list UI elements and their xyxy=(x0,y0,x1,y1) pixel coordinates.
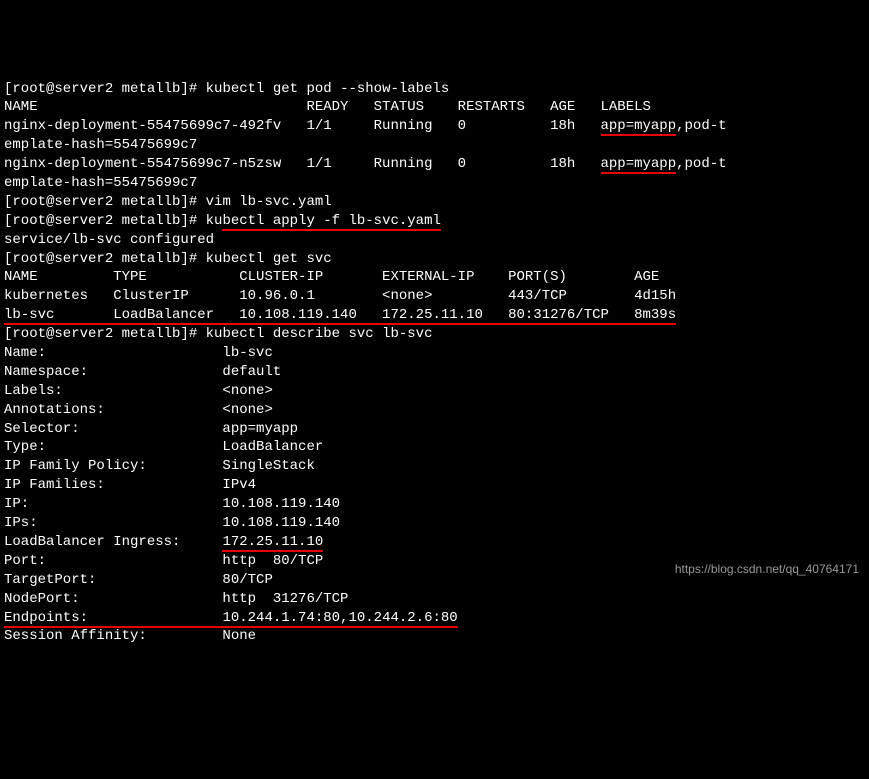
describe-lb-ingress: LoadBalancer Ingress: 172.25.11.10 xyxy=(4,533,865,552)
describe-ips: IPs: 10.108.119.140 xyxy=(4,514,865,533)
prompt: [root@server2 metallb]# xyxy=(4,213,206,229)
describe-namespace: Namespace: default xyxy=(4,363,865,382)
pod-row-1: nginx-deployment-55475699c7-492fv 1/1 Ru… xyxy=(4,117,865,136)
service-configured: service/lb-svc configured xyxy=(4,231,865,250)
label-app-myapp: app=myapp xyxy=(601,156,677,174)
pod-row-2-cont: emplate-hash=55475699c7 xyxy=(4,174,865,193)
describe-labels: Labels: <none> xyxy=(4,382,865,401)
svc-row-lb: lb-svc LoadBalancer 10.108.119.140 172.2… xyxy=(4,306,865,325)
prompt: [root@server2 metallb]# xyxy=(4,326,206,342)
command-describe: kubectl describe svc lb-svc xyxy=(206,326,433,342)
svc-header: NAME TYPE CLUSTER-IP EXTERNAL-IP PORT(S)… xyxy=(4,268,865,287)
describe-type: Type: LoadBalancer xyxy=(4,438,865,457)
pods-header: NAME READY STATUS RESTARTS AGE LABELS xyxy=(4,98,865,117)
label-app-myapp: app=myapp xyxy=(601,118,677,136)
describe-selector: Selector: app=myapp xyxy=(4,420,865,439)
describe-endpoints: Endpoints: 10.244.1.74:80,10.244.2.6:80 xyxy=(4,609,865,628)
describe-ip: IP: 10.108.119.140 xyxy=(4,495,865,514)
prompt: [root@server2 metallb]# xyxy=(4,81,206,97)
describe-ip-families: IP Families: IPv4 xyxy=(4,476,865,495)
describe-name: Name: lb-svc xyxy=(4,344,865,363)
command-vim: vim lb-svc.yaml xyxy=(206,194,332,210)
describe-annotations: Annotations: <none> xyxy=(4,401,865,420)
describe-session-affinity: Session Affinity: None xyxy=(4,627,865,646)
command-get-svc: kubectl get svc xyxy=(206,251,332,267)
prompt: [root@server2 metallb]# xyxy=(4,194,206,210)
svc-row-kubernetes: kubernetes ClusterIP 10.96.0.1 <none> 44… xyxy=(4,287,865,306)
describe-node-port: NodePort: http 31276/TCP xyxy=(4,590,865,609)
command-apply-pre: ku xyxy=(206,213,223,229)
watermark: https://blog.csdn.net/qq_40764171 xyxy=(675,561,859,577)
pod-row-2: nginx-deployment-55475699c7-n5zsw 1/1 Ru… xyxy=(4,155,865,174)
command-get-pods: kubectl get pod --show-labels xyxy=(206,81,450,97)
prompt: [root@server2 metallb]# xyxy=(4,251,206,267)
pod-row-1-cont: emplate-hash=55475699c7 xyxy=(4,136,865,155)
describe-ip-family-policy: IP Family Policy: SingleStack xyxy=(4,457,865,476)
command-apply: bectl apply -f lb-svc.yaml xyxy=(222,213,440,231)
